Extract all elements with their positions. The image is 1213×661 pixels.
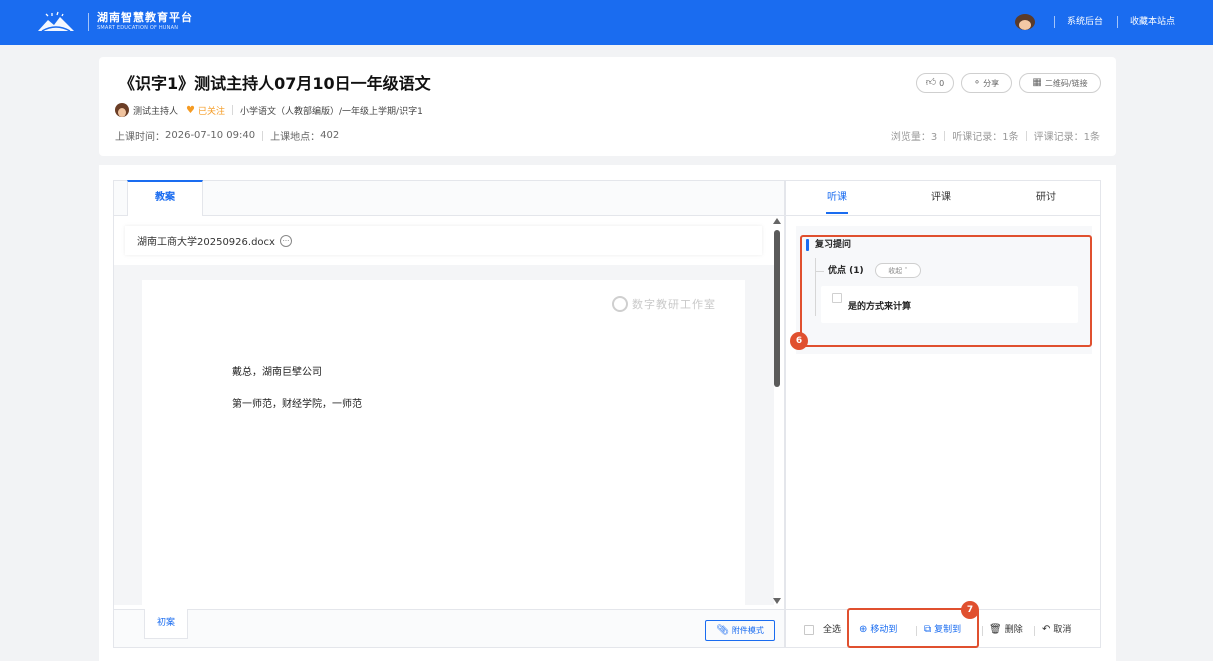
- place-value: 402: [320, 130, 340, 141]
- divider: [1025, 130, 1027, 141]
- doc-line: 第一师范，财经学院，一师范: [232, 399, 362, 410]
- host-name[interactable]: 测试主持人: [133, 104, 178, 117]
- bookmark-site-link[interactable]: 收藏本站点: [1130, 16, 1175, 28]
- tab-discuss[interactable]: 研讨: [1036, 192, 1056, 204]
- observation-tabs: 听课 评课 研讨: [786, 181, 1100, 216]
- share-button[interactable]: ∘ 分享: [961, 73, 1012, 93]
- admin-backend-link[interactable]: 系统后台: [1067, 16, 1103, 28]
- lesson-stats: 浏览量：3 听课记录：1条 评课记录：1条: [891, 128, 1100, 143]
- thumbs-up-icon: 👍︎: [925, 77, 937, 88]
- like-button[interactable]: 👍︎ 0: [916, 73, 954, 93]
- brand-divider: [88, 13, 89, 31]
- qrcode-button[interactable]: ▦ 二维码/链接: [1019, 73, 1101, 93]
- lesson-plan-panel: 教案 湖南工商大学20250926.docx ··· 数字教研工作室 戴总，湖南…: [113, 180, 785, 648]
- lesson-plan-tabbar: 教案: [114, 180, 784, 216]
- tab-review[interactable]: 评课: [931, 192, 951, 204]
- time-label: 上课时间：: [115, 132, 165, 143]
- divider: [982, 626, 983, 636]
- undo-icon: ↶: [1042, 624, 1051, 635]
- document-page: 数字教研工作室 戴总，湖南巨擘公司 第一师范，财经学院，一师范: [142, 280, 745, 610]
- main-content-card: 教案 湖南工商大学20250926.docx ··· 数字教研工作室 戴总，湖南…: [99, 165, 1116, 661]
- host-avatar[interactable]: [115, 103, 129, 117]
- callout-badge-6: 6: [790, 332, 808, 350]
- delete-button[interactable]: 🗑︎ 删除: [989, 624, 1023, 636]
- divider: [944, 130, 946, 141]
- lesson-info-card: 《识字1》测试主持人07月10日一年级语文 👍︎ 0 ∘ 分享 ▦ 二维码/链接…: [99, 57, 1116, 156]
- document-viewer[interactable]: 数字教研工作室 戴总，湖南巨擘公司 第一师范，财经学院，一师范: [114, 265, 774, 610]
- watermark: 数字教研工作室: [612, 296, 716, 312]
- heart-icon[interactable]: ♥: [186, 105, 195, 116]
- review-records: 评课记录：1条: [1033, 132, 1100, 143]
- divider: [1117, 16, 1118, 28]
- like-count: 0: [939, 78, 945, 88]
- more-icon[interactable]: ···: [279, 234, 292, 247]
- watermark-text: 数字教研工作室: [632, 298, 716, 311]
- highlight-box-actions: [847, 608, 979, 648]
- share-label: 分享: [983, 78, 1000, 88]
- attachment-mode-button[interactable]: 📎︎ 附件模式: [705, 620, 775, 641]
- cancel-label: 取消: [1053, 625, 1072, 635]
- scroll-up-arrow-icon[interactable]: [773, 218, 781, 224]
- brand-subtitle: SMART EDUCATION OF HUNAN: [97, 25, 179, 31]
- checkbox-icon: [804, 625, 814, 635]
- place-label: 上课地点：: [270, 132, 321, 143]
- delete-label: 删除: [1004, 625, 1023, 635]
- qrcode-icon: ▦: [1032, 77, 1042, 88]
- tab-listen[interactable]: 听课: [827, 192, 847, 204]
- share-icon: ∘: [973, 77, 981, 88]
- divider: [262, 130, 264, 141]
- time-value: 2026-07-10 09:40: [165, 130, 256, 141]
- scrollbar-thumb[interactable]: [774, 230, 780, 387]
- attachment-mode-label: 附件模式: [731, 626, 764, 635]
- observation-panel: 听课 评课 研讨 复习提问 优点 (1) 收起 ˆ 是的方式来计算 6 全选 ⊕…: [785, 180, 1101, 648]
- select-all-label: 全选: [823, 625, 842, 635]
- cancel-button[interactable]: ↶ 取消: [1042, 624, 1071, 636]
- trash-icon: 🗑︎: [989, 624, 1002, 635]
- highlight-box-notes: [800, 235, 1092, 347]
- platform-logo-icon[interactable]: [36, 11, 76, 33]
- scroll-down-arrow-icon[interactable]: [773, 598, 781, 604]
- select-all-checkbox[interactable]: 全选: [804, 624, 841, 636]
- brand-name: 湖南智慧教育平台: [97, 11, 193, 24]
- tab-draft[interactable]: 初案: [144, 609, 188, 639]
- listen-records: 听课记录：1条: [952, 132, 1019, 143]
- divider: [1054, 16, 1055, 28]
- active-tab-indicator: [826, 212, 848, 214]
- subject-path: 小学语文（人教部编版）/一年级上学期/识字1: [240, 106, 423, 117]
- lesson-time-place: 上课时间： 2026-07-10 09:40 上课地点： 402: [115, 128, 339, 143]
- divider: [232, 105, 233, 115]
- views-count: 浏览量：3: [890, 132, 938, 143]
- doc-line: 戴总，湖南巨擘公司: [232, 367, 322, 378]
- lesson-meta: 测试主持人 ♥ 已关注 小学语文（人教部编版）/一年级上学期/识字1: [115, 103, 423, 117]
- divider: [1034, 626, 1035, 636]
- file-bar: 湖南工商大学20250926.docx ···: [125, 226, 762, 255]
- brand[interactable]: 湖南智慧教育平台 SMART EDUCATION OF HUNAN: [97, 11, 193, 32]
- lesson-title: 《识字1》测试主持人07月10日一年级语文: [119, 74, 431, 93]
- qrcode-label: 二维码/链接: [1044, 78, 1088, 88]
- paperclip-icon: 📎︎: [716, 624, 729, 636]
- watermark-logo-icon: [612, 296, 628, 312]
- tab-lesson-plan[interactable]: 教案: [127, 180, 203, 216]
- version-tabbar: 初案 📎︎ 附件模式: [114, 609, 784, 647]
- top-navbar: 湖南智慧教育平台 SMART EDUCATION OF HUNAN 系统后台 收…: [0, 0, 1213, 45]
- follow-status[interactable]: 已关注: [198, 104, 225, 117]
- file-name[interactable]: 湖南工商大学20250926.docx: [137, 233, 275, 248]
- user-avatar[interactable]: [1015, 14, 1035, 30]
- callout-badge-7: 7: [961, 601, 979, 619]
